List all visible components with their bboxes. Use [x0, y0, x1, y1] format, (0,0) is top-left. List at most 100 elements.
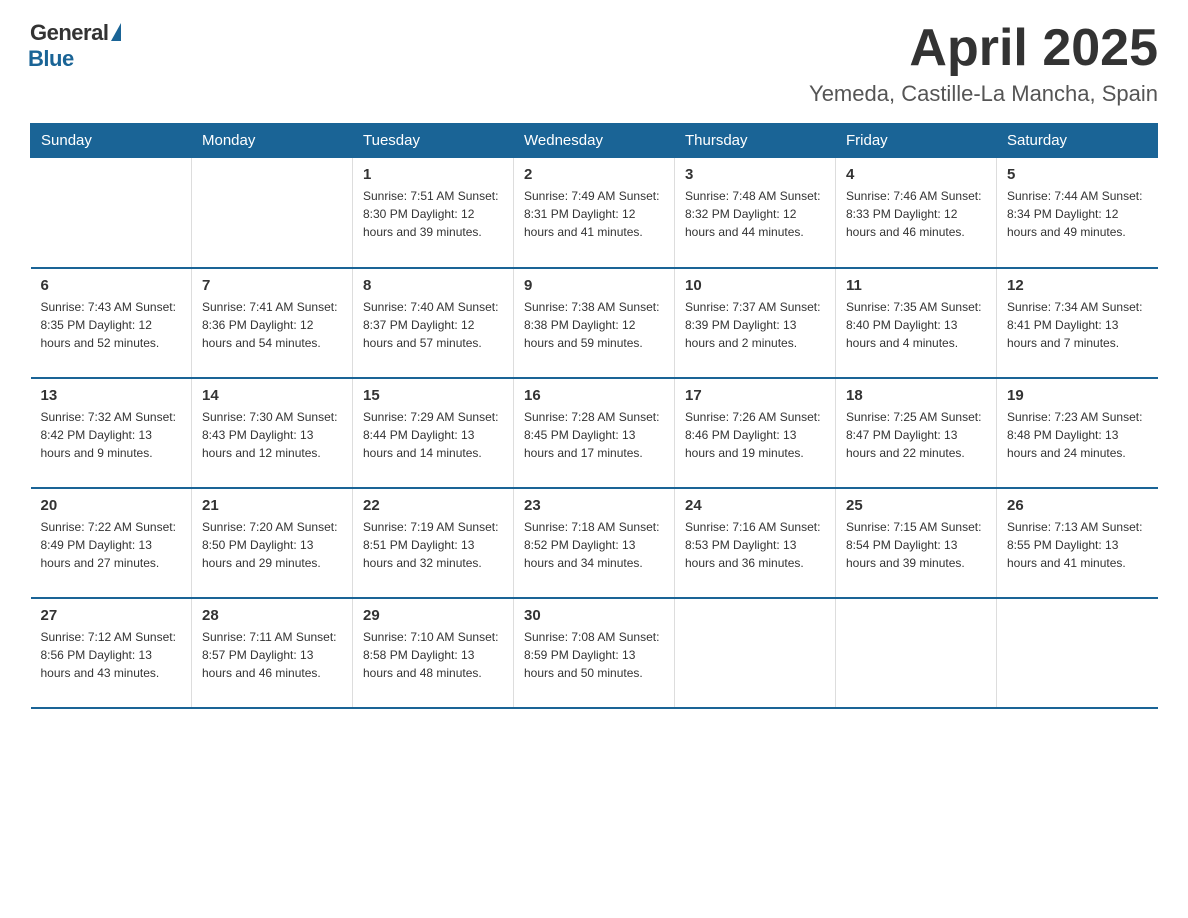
- day-cell: 13 Sunrise: 7:32 AM Sunset: 8:42 PM Dayli…: [31, 378, 192, 488]
- day-number: 6: [41, 277, 182, 294]
- day-cell: 19 Sunrise: 7:23 AM Sunset: 8:48 PM Dayli…: [997, 378, 1158, 488]
- day-info: Sunrise: 7:26 AM Sunset: 8:46 PM Dayligh…: [685, 408, 825, 462]
- day-cell: [997, 598, 1158, 708]
- day-info: Sunrise: 7:11 AM Sunset: 8:57 PM Dayligh…: [202, 628, 342, 682]
- day-number: 30: [524, 607, 664, 624]
- day-info: Sunrise: 7:49 AM Sunset: 8:31 PM Dayligh…: [524, 187, 664, 241]
- day-number: 8: [363, 277, 503, 294]
- day-cell: 4Sunrise: 7:46 AM Sunset: 8:33 PM Daylig…: [836, 158, 997, 268]
- week-row-5: 27 Sunrise: 7:12 AM Sunset: 8:56 PM Dayli…: [31, 598, 1158, 708]
- day-number: 25: [846, 497, 986, 514]
- day-cell: 17 Sunrise: 7:26 AM Sunset: 8:46 PM Dayli…: [675, 378, 836, 488]
- day-cell: 6 Sunrise: 7:43 AM Sunset: 8:35 PM Daylig…: [31, 268, 192, 378]
- weekday-header-row: Sunday Monday Tuesday Wednesday Thursday…: [31, 124, 1158, 158]
- logo-triangle-icon: [111, 23, 121, 41]
- day-cell: 16 Sunrise: 7:28 AM Sunset: 8:45 PM Dayli…: [514, 378, 675, 488]
- day-number: 18: [846, 387, 986, 404]
- day-number: 19: [1007, 387, 1148, 404]
- day-number: 17: [685, 387, 825, 404]
- day-number: 28: [202, 607, 342, 624]
- day-cell: [836, 598, 997, 708]
- header-thursday: Thursday: [675, 124, 836, 158]
- day-cell: 2 Sunrise: 7:49 AM Sunset: 8:31 PM Daylig…: [514, 158, 675, 268]
- day-cell: 15Sunrise: 7:29 AM Sunset: 8:44 PM Dayli…: [353, 378, 514, 488]
- day-number: 21: [202, 497, 342, 514]
- day-cell: 22Sunrise: 7:19 AM Sunset: 8:51 PM Dayli…: [353, 488, 514, 598]
- header-saturday: Saturday: [997, 124, 1158, 158]
- day-info: Sunrise: 7:12 AM Sunset: 8:56 PM Dayligh…: [41, 628, 182, 682]
- day-cell: 21 Sunrise: 7:20 AM Sunset: 8:50 PM Dayli…: [192, 488, 353, 598]
- day-cell: 26 Sunrise: 7:13 AM Sunset: 8:55 PM Dayli…: [997, 488, 1158, 598]
- day-cell: [675, 598, 836, 708]
- day-cell: [192, 158, 353, 268]
- day-number: 26: [1007, 497, 1148, 514]
- day-info: Sunrise: 7:38 AM Sunset: 8:38 PM Dayligh…: [524, 298, 664, 352]
- day-number: 14: [202, 387, 342, 404]
- day-cell: 8 Sunrise: 7:40 AM Sunset: 8:37 PM Daylig…: [353, 268, 514, 378]
- week-row-1: 1 Sunrise: 7:51 AM Sunset: 8:30 PM Daylig…: [31, 158, 1158, 268]
- location-title: Yemeda, Castille-La Mancha, Spain: [809, 81, 1158, 107]
- week-row-3: 13 Sunrise: 7:32 AM Sunset: 8:42 PM Dayli…: [31, 378, 1158, 488]
- day-cell: 29Sunrise: 7:10 AM Sunset: 8:58 PM Dayli…: [353, 598, 514, 708]
- day-info: Sunrise: 7:32 AM Sunset: 8:42 PM Dayligh…: [41, 408, 182, 462]
- day-number: 23: [524, 497, 664, 514]
- day-info: Sunrise: 7:16 AM Sunset: 8:53 PM Dayligh…: [685, 518, 825, 572]
- day-info: Sunrise: 7:37 AM Sunset: 8:39 PM Dayligh…: [685, 298, 825, 352]
- day-cell: 28 Sunrise: 7:11 AM Sunset: 8:57 PM Dayli…: [192, 598, 353, 708]
- day-cell: 18 Sunrise: 7:25 AM Sunset: 8:47 PM Dayli…: [836, 378, 997, 488]
- day-number: 12: [1007, 277, 1148, 294]
- week-row-4: 20Sunrise: 7:22 AM Sunset: 8:49 PM Dayli…: [31, 488, 1158, 598]
- day-number: 9: [524, 277, 664, 294]
- day-cell: 20Sunrise: 7:22 AM Sunset: 8:49 PM Dayli…: [31, 488, 192, 598]
- header-friday: Friday: [836, 124, 997, 158]
- day-cell: 25 Sunrise: 7:15 AM Sunset: 8:54 PM Dayli…: [836, 488, 997, 598]
- day-info: Sunrise: 7:25 AM Sunset: 8:47 PM Dayligh…: [846, 408, 986, 462]
- day-info: Sunrise: 7:28 AM Sunset: 8:45 PM Dayligh…: [524, 408, 664, 462]
- header-monday: Monday: [192, 124, 353, 158]
- day-number: 15: [363, 387, 503, 404]
- day-info: Sunrise: 7:20 AM Sunset: 8:50 PM Dayligh…: [202, 518, 342, 572]
- day-cell: 23 Sunrise: 7:18 AM Sunset: 8:52 PM Dayli…: [514, 488, 675, 598]
- day-cell: 1 Sunrise: 7:51 AM Sunset: 8:30 PM Daylig…: [353, 158, 514, 268]
- logo: General Blue: [30, 20, 121, 72]
- day-info: Sunrise: 7:43 AM Sunset: 8:35 PM Dayligh…: [41, 298, 182, 352]
- day-info: Sunrise: 7:35 AM Sunset: 8:40 PM Dayligh…: [846, 298, 986, 352]
- day-cell: 30 Sunrise: 7:08 AM Sunset: 8:59 PM Dayli…: [514, 598, 675, 708]
- day-info: Sunrise: 7:15 AM Sunset: 8:54 PM Dayligh…: [846, 518, 986, 572]
- day-cell: 12Sunrise: 7:34 AM Sunset: 8:41 PM Dayli…: [997, 268, 1158, 378]
- calendar-header: Sunday Monday Tuesday Wednesday Thursday…: [31, 124, 1158, 158]
- day-info: Sunrise: 7:13 AM Sunset: 8:55 PM Dayligh…: [1007, 518, 1148, 572]
- day-info: Sunrise: 7:44 AM Sunset: 8:34 PM Dayligh…: [1007, 187, 1148, 241]
- day-cell: 27 Sunrise: 7:12 AM Sunset: 8:56 PM Dayli…: [31, 598, 192, 708]
- day-number: 7: [202, 277, 342, 294]
- month-title: April 2025: [809, 20, 1158, 77]
- day-info: Sunrise: 7:18 AM Sunset: 8:52 PM Dayligh…: [524, 518, 664, 572]
- header-wednesday: Wednesday: [514, 124, 675, 158]
- calendar-table: Sunday Monday Tuesday Wednesday Thursday…: [30, 123, 1158, 709]
- day-cell: 14 Sunrise: 7:30 AM Sunset: 8:43 PM Dayli…: [192, 378, 353, 488]
- page-header: General Blue April 2025 Yemeda, Castille…: [30, 20, 1158, 107]
- day-info: Sunrise: 7:22 AM Sunset: 8:49 PM Dayligh…: [41, 518, 182, 572]
- day-info: Sunrise: 7:30 AM Sunset: 8:43 PM Dayligh…: [202, 408, 342, 462]
- day-number: 5: [1007, 166, 1148, 183]
- calendar-body: 1 Sunrise: 7:51 AM Sunset: 8:30 PM Daylig…: [31, 158, 1158, 708]
- logo-general-text: General: [30, 20, 108, 46]
- day-number: 10: [685, 277, 825, 294]
- day-number: 24: [685, 497, 825, 514]
- day-info: Sunrise: 7:40 AM Sunset: 8:37 PM Dayligh…: [363, 298, 503, 352]
- day-number: 22: [363, 497, 503, 514]
- header-tuesday: Tuesday: [353, 124, 514, 158]
- day-cell: 10 Sunrise: 7:37 AM Sunset: 8:39 PM Dayli…: [675, 268, 836, 378]
- day-number: 2: [524, 166, 664, 183]
- day-number: 16: [524, 387, 664, 404]
- day-info: Sunrise: 7:08 AM Sunset: 8:59 PM Dayligh…: [524, 628, 664, 682]
- day-number: 27: [41, 607, 182, 624]
- day-info: Sunrise: 7:23 AM Sunset: 8:48 PM Dayligh…: [1007, 408, 1148, 462]
- day-info: Sunrise: 7:51 AM Sunset: 8:30 PM Dayligh…: [363, 187, 503, 241]
- day-number: 4: [846, 166, 986, 183]
- day-cell: 3Sunrise: 7:48 AM Sunset: 8:32 PM Daylig…: [675, 158, 836, 268]
- day-cell: 11Sunrise: 7:35 AM Sunset: 8:40 PM Dayli…: [836, 268, 997, 378]
- day-info: Sunrise: 7:10 AM Sunset: 8:58 PM Dayligh…: [363, 628, 503, 682]
- day-number: 1: [363, 166, 503, 183]
- day-number: 13: [41, 387, 182, 404]
